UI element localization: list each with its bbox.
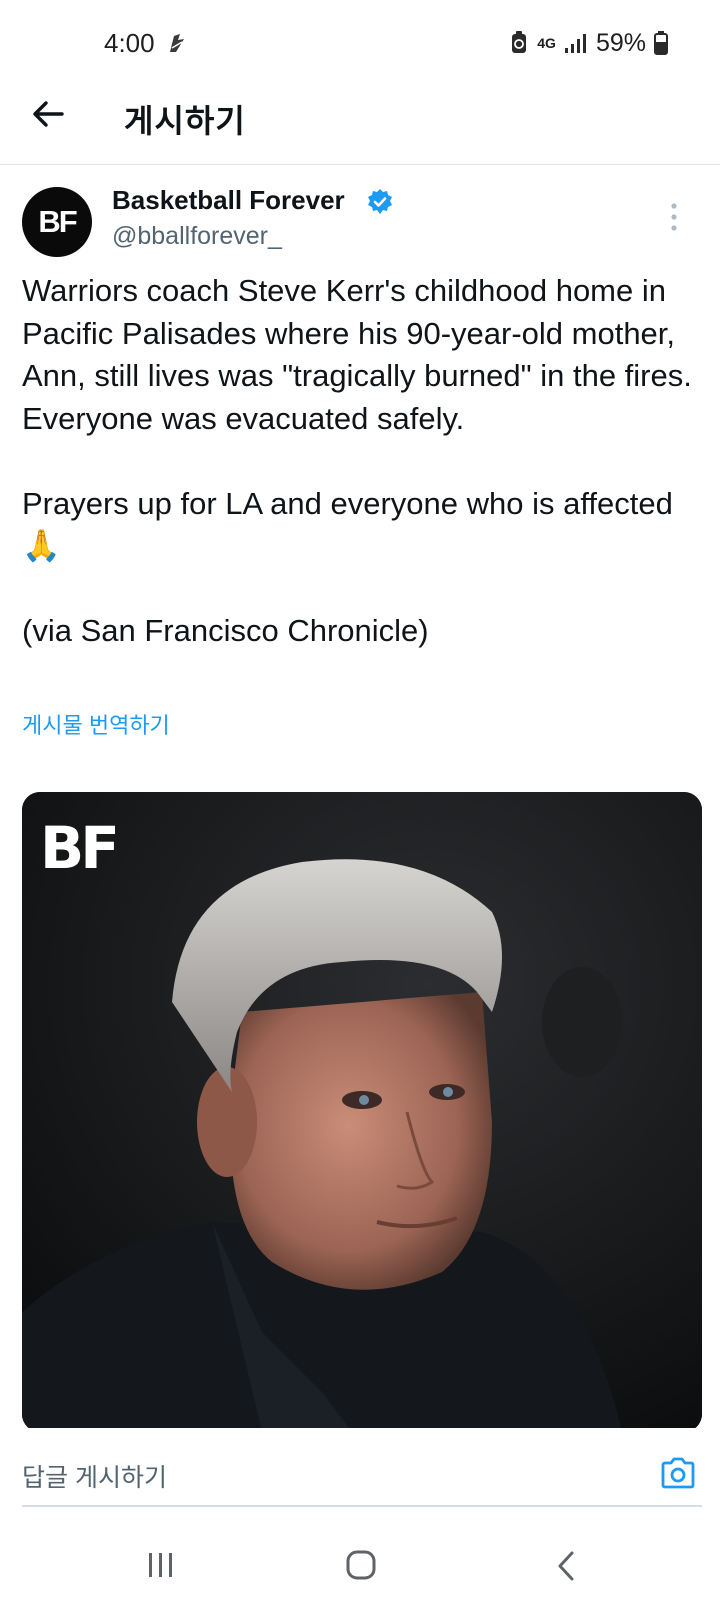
more-options-icon[interactable] [670,202,678,232]
app-bar-divider [0,164,720,165]
portrait-photo [22,792,702,1432]
signal-icon [564,34,586,53]
reply-input[interactable]: 답글 게시하기 [22,1458,167,1494]
post-paragraph-1: Warriors coach Steve Kerr's childhood ho… [22,273,701,436]
post-paragraph-2: Prayers up for LA and everyone who is af… [22,485,682,564]
media-watermark-logo: BF [40,814,120,882]
back-nav-icon[interactable] [554,1550,578,1582]
status-bar: 4:00 4G 59% [0,0,720,90]
author-display-name[interactable]: Basketball Forever [112,185,345,216]
notification-icon [170,34,184,52]
reply-underline [22,1505,702,1507]
avatar-logo-text: BF [38,204,77,239]
status-right-group: 4G 59% [509,26,668,60]
network-type-label: 4G [537,35,556,51]
author-handle[interactable]: @bballforever_ [112,222,282,251]
battery-icon [654,31,668,55]
paragraph-spacer [22,568,702,611]
recent-apps-icon[interactable] [146,1550,176,1580]
post-paragraph-3: (via San Francisco Chronicle) [22,613,429,648]
paragraph-spacer [22,440,702,483]
battery-saver-icon [512,31,527,53]
translate-post-link[interactable]: 게시물 번역하기 [22,708,170,740]
home-icon[interactable] [346,1550,376,1580]
app-bar: 게시하기 [0,90,720,164]
post-media-image[interactable]: BF [22,792,702,1432]
battery-percent: 59% [595,28,646,57]
verified-badge-icon [368,189,392,214]
page-title: 게시하기 [124,103,246,139]
post-text: Warriors coach Steve Kerr's childhood ho… [22,270,702,653]
arrow-left-icon[interactable] [28,94,68,134]
camera-icon[interactable] [660,1456,696,1490]
system-navigation-bar [0,1510,720,1600]
status-time: 4:00 [104,28,155,58]
avatar[interactable]: BF [22,187,92,257]
